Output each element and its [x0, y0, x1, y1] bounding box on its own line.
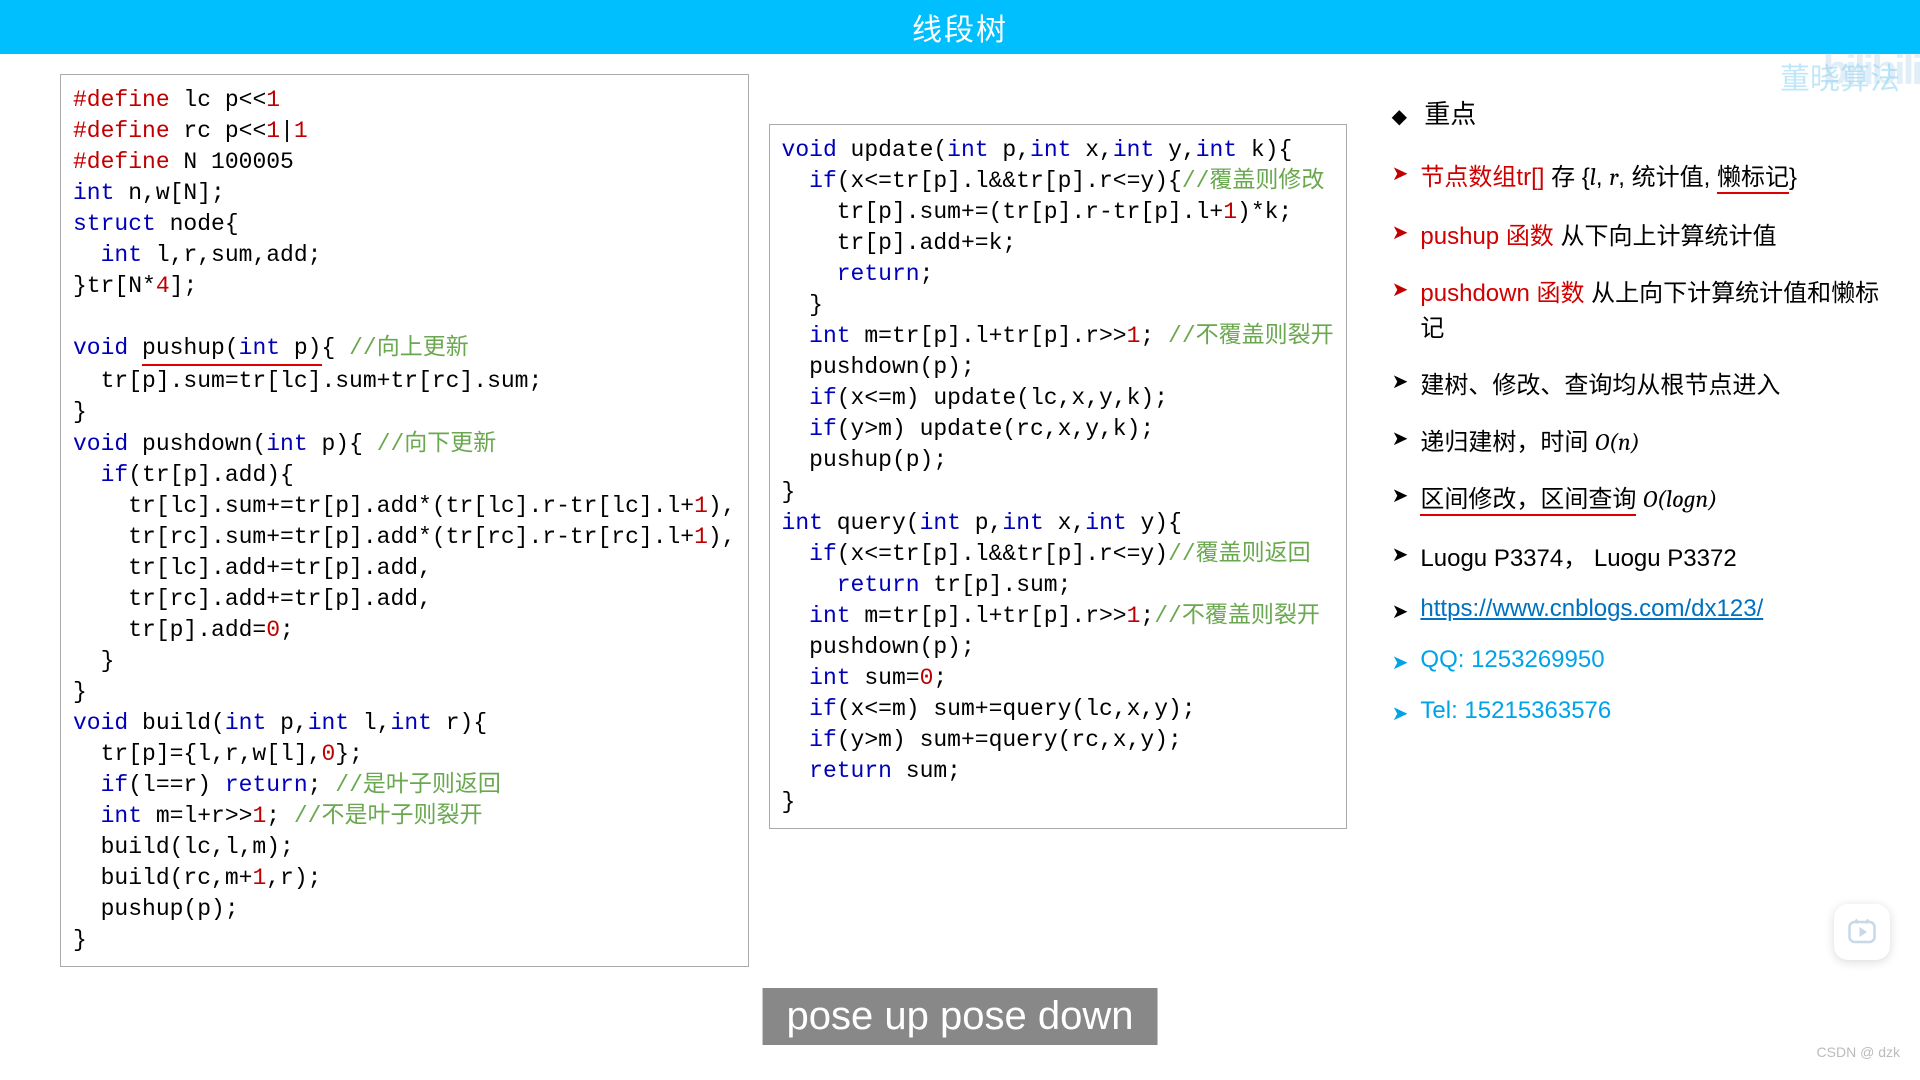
arrow-black-icon: ➤ — [1392, 483, 1409, 508]
page-header: 线段树 — [0, 0, 1920, 54]
arrow-red-icon: ➤ — [1392, 220, 1409, 245]
notes-item-text: pushdown 函数 从上向下计算统计值和懒标记 — [1420, 273, 1890, 343]
page-title: 线段树 — [912, 5, 1008, 49]
code-column-left: #define lc p<<1 #define rc p<<1|1 #defin… — [60, 74, 749, 1080]
notes-item: ➤ 递归建树，时间 O(n) — [1392, 422, 1890, 457]
arrow-black-icon: ➤ — [1392, 426, 1409, 451]
notes-item-text: QQ: 1253269950 — [1420, 646, 1604, 674]
notes-item: ➤ pushdown 函数 从上向下计算统计值和懒标记 — [1392, 273, 1890, 343]
notes-item-text[interactable]: https://www.cnblogs.com/dx123/ — [1420, 595, 1763, 623]
notes-item: ➤ 建树、修改、查询均从根节点进入 — [1392, 365, 1890, 400]
notes-item: ➤ Tel: 15215363576 — [1392, 697, 1890, 726]
notes-item-text: 递归建树，时间 O(n) — [1420, 422, 1639, 457]
arrow-blue-icon: ➤ — [1392, 650, 1409, 675]
arrow-black-icon: ➤ — [1392, 369, 1409, 394]
arrow-red-icon: ➤ — [1392, 277, 1409, 302]
notes-item-text: Tel: 15215363576 — [1420, 697, 1611, 725]
notes-item-text: 建树、修改、查询均从根节点进入 — [1420, 365, 1780, 400]
arrow-black-icon: ➤ — [1392, 542, 1409, 567]
notes-item: ➤ QQ: 1253269950 — [1392, 646, 1890, 675]
play-icon — [1847, 917, 1877, 947]
notes-item: ➤ pushup 函数 从下向上计算统计值 — [1392, 216, 1890, 251]
code-block-definitions: #define lc p<<1 #define rc p<<1|1 #defin… — [60, 74, 749, 967]
watermark-bilibili: bilibili — [1823, 46, 1920, 94]
notes-item-text: 区间修改，区间查询 O(logn) — [1420, 479, 1717, 516]
watermark-csdn: CSDN @ dzk — [1817, 1044, 1900, 1060]
notes-item-text: 节点数组tr[] 存 {l, r, 统计值, 懒标记} — [1420, 157, 1797, 194]
notes-item-text: pushup 函数 从下向上计算统计值 — [1420, 216, 1776, 251]
notes-item: ➤ Luogu P3374， Luogu P3372 — [1392, 538, 1890, 573]
notes-item: ➤ 节点数组tr[] 存 {l, r, 统计值, 懒标记} — [1392, 157, 1890, 194]
notes-heading: 重点 — [1392, 94, 1890, 131]
notes-item: ➤ https://www.cnblogs.com/dx123/ — [1392, 595, 1890, 624]
arrow-blue-icon: ➤ — [1392, 701, 1409, 726]
play-button[interactable] — [1834, 904, 1890, 960]
notes-column: 重点 ➤ 节点数组tr[] 存 {l, r, 统计值, 懒标记} ➤ pushup 函… — [1367, 74, 1890, 1080]
code-block-update-query: void update(int p,int x,int y,int k){ if… — [769, 124, 1347, 829]
code-column-middle: void update(int p,int x,int y,int k){ if… — [769, 74, 1347, 1080]
arrow-red-icon: ➤ — [1392, 161, 1409, 186]
main-content: #define lc p<<1 #define rc p<<1|1 #defin… — [0, 54, 1920, 1080]
notes-list: ➤ 节点数组tr[] 存 {l, r, 统计值, 懒标记} ➤ pushup 函数 从… — [1392, 157, 1890, 726]
notes-item-text: Luogu P3374， Luogu P3372 — [1420, 538, 1736, 573]
notes-item: ➤ 区间修改，区间查询 O(logn) — [1392, 479, 1890, 516]
diamond-icon — [1392, 99, 1417, 129]
subtitle-caption: pose up pose down — [763, 988, 1158, 1045]
arrow-black-icon: ➤ — [1392, 599, 1409, 624]
